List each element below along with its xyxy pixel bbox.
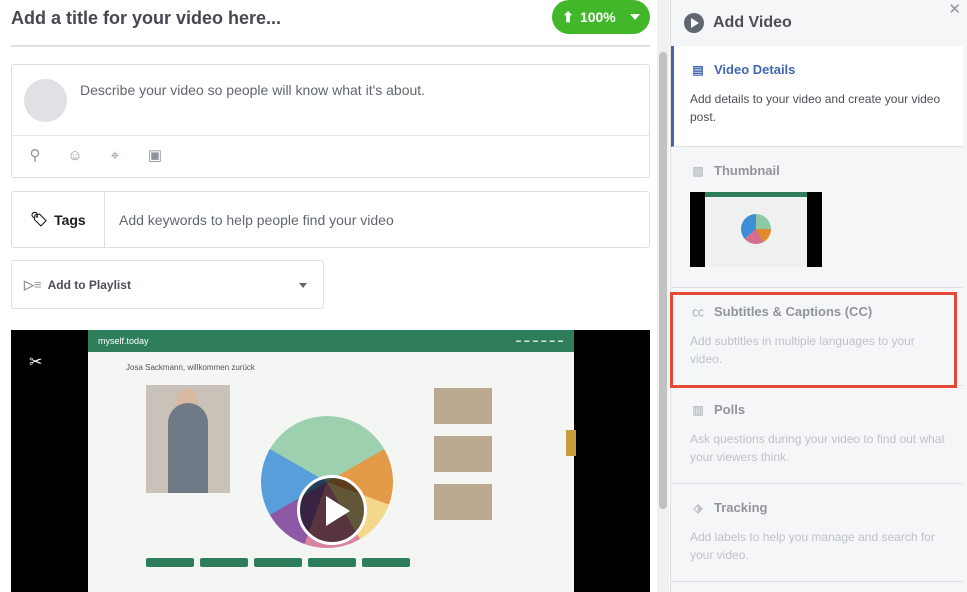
sidebar-item-thumbnail[interactable]: ▨ Thumbnail xyxy=(671,147,963,288)
sticker-icon[interactable]: ▣ xyxy=(146,147,164,165)
scrollbar-thumb[interactable] xyxy=(659,52,667,509)
location-icon[interactable]: ⌖ xyxy=(106,147,124,165)
add-to-playlist-dropdown[interactable]: ▷≡ Add to Playlist xyxy=(11,260,324,309)
frame-coach-photo xyxy=(434,436,492,472)
sidebar-item-polls[interactable]: ▥ Polls Ask questions during your video … xyxy=(671,386,963,484)
section-title: Tracking xyxy=(714,500,768,515)
section-title: Polls xyxy=(714,402,746,417)
image-icon: ▨ xyxy=(692,163,704,178)
section-description: Add details to your video and create you… xyxy=(690,92,941,124)
frame-coach-photo xyxy=(434,388,492,424)
poll-icon: ▥ xyxy=(692,402,704,417)
play-circle-icon xyxy=(684,13,704,33)
close-icon[interactable]: ✕ xyxy=(948,0,961,18)
playlist-icon: ▷≡ xyxy=(24,276,42,292)
video-preview[interactable]: ✂ myself.today ▬ ▬ ▬ ▬ ▬ ▬ Josa Sackmann… xyxy=(11,330,650,592)
frame-button xyxy=(200,558,248,567)
video-frame: myself.today ▬ ▬ ▬ ▬ ▬ ▬ Josa Sackmann, … xyxy=(88,330,576,592)
frame-button xyxy=(146,558,194,567)
feeling-icon[interactable]: ☺ xyxy=(66,147,84,165)
chevron-down-icon xyxy=(299,283,307,288)
scissors-icon[interactable]: ✂ xyxy=(29,352,42,372)
sidebar-header: Add Video xyxy=(671,0,967,46)
thumbnail-wheel xyxy=(741,214,771,244)
tag-people-icon[interactable]: ⚲ xyxy=(26,147,44,165)
section-title: Thumbnail xyxy=(714,163,780,178)
frame-logo: myself.today xyxy=(98,336,149,346)
frame-coach-list xyxy=(434,388,492,532)
tags-field: 🏷 Tags Add keywords to help people find … xyxy=(11,191,650,248)
upload-arrow-icon: ⬆ xyxy=(562,8,574,25)
description-divider xyxy=(12,135,649,136)
description-box: Describe your video so people will know … xyxy=(11,64,650,178)
upload-progress-label: 100% xyxy=(579,9,616,25)
tags-label-text: Tags xyxy=(54,211,86,228)
video-composer: Add a title for your video here... ⬆ 100… xyxy=(0,0,657,592)
frame-navbar: myself.today ▬ ▬ ▬ ▬ ▬ ▬ xyxy=(88,330,574,352)
frame-nav-links: ▬ ▬ ▬ ▬ ▬ ▬ xyxy=(516,338,564,344)
sidebar-item-video-details[interactable]: ▤ Video Details Add details to your vide… xyxy=(671,46,963,147)
tags-input[interactable]: Add keywords to help people find your vi… xyxy=(105,192,649,247)
frame-button xyxy=(362,558,410,567)
avatar xyxy=(24,79,67,122)
section-title: Video Details xyxy=(714,62,796,77)
frame-button xyxy=(308,558,356,567)
tags-label: 🏷 Tags xyxy=(12,192,105,247)
section-description: Ask questions during your video to find … xyxy=(690,432,945,464)
tag-icon: ⬗ xyxy=(693,500,703,515)
description-input[interactable]: Describe your video so people will know … xyxy=(80,82,425,98)
play-icon[interactable] xyxy=(297,475,367,545)
thumbnail-preview[interactable] xyxy=(690,192,822,267)
frame-side-tab xyxy=(566,430,576,456)
upload-progress-button[interactable]: ⬆ 100% xyxy=(552,0,650,34)
highlight-box xyxy=(670,292,957,388)
tag-icon: 🏷 xyxy=(30,211,49,227)
frame-photo xyxy=(146,385,230,493)
frame-person-body xyxy=(168,403,208,493)
title-divider xyxy=(11,45,650,47)
thumbnail-frame xyxy=(705,192,807,267)
sidebar-title: Add Video xyxy=(713,14,792,31)
frame-coach-photo xyxy=(434,484,492,520)
thumbnail-navbar xyxy=(705,192,807,197)
frame-greeting: Josa Sackmann, willkommen zurück xyxy=(126,363,255,372)
sidebar-item-tracking[interactable]: ⬗ Tracking Add labels to help you manage… xyxy=(671,484,963,582)
video-title-input[interactable]: Add a title for your video here... xyxy=(11,6,541,30)
frame-button xyxy=(254,558,302,567)
frame-buttons xyxy=(146,558,410,567)
section-description: Add labels to help you manage and search… xyxy=(690,530,935,562)
playlist-label: Add to Playlist xyxy=(47,277,131,292)
description-toolbar: ⚲ ☺ ⌖ ▣ xyxy=(26,147,164,165)
chevron-down-icon xyxy=(629,14,640,20)
details-icon: ▤ xyxy=(692,62,704,77)
